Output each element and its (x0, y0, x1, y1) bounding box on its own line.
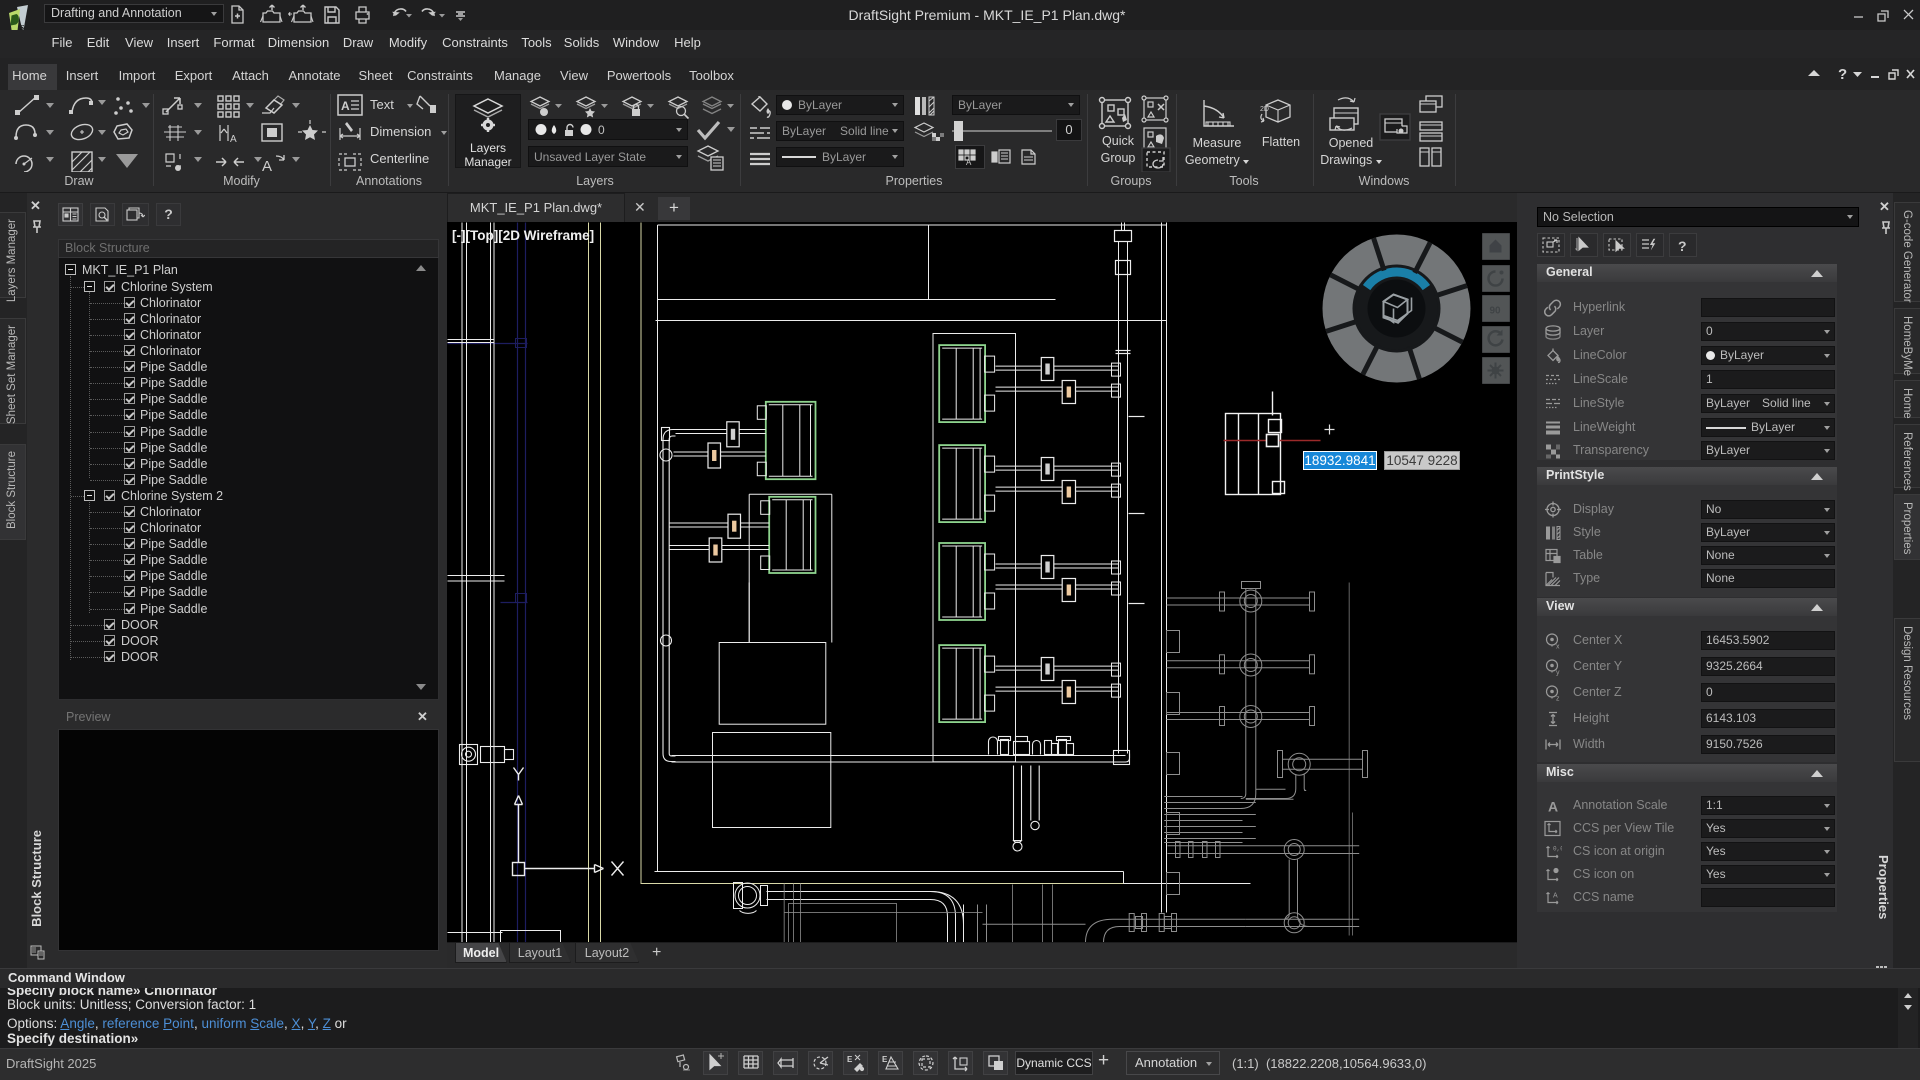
svg-text:E: E (882, 1055, 888, 1064)
svg-text:y: y (1556, 670, 1560, 677)
svg-text:E: E (847, 1055, 853, 1064)
svg-text:?: ? (1678, 238, 1687, 254)
svg-text:A: A (966, 158, 972, 166)
svg-text:0,0: 0,0 (1553, 846, 1562, 853)
svg-text:A: A (262, 158, 272, 172)
svg-text:A: A (1553, 893, 1558, 900)
svg-text:z: z (1556, 696, 1560, 703)
svg-text:A: A (1548, 799, 1558, 815)
svg-text:A: A (230, 134, 237, 145)
svg-text:A: A (341, 99, 350, 113)
svg-text:90: 90 (1490, 306, 1502, 317)
svg-text:?: ? (1838, 66, 1847, 83)
svg-text:x: x (1556, 644, 1560, 651)
svg-text:2D: 2D (1260, 106, 1269, 113)
